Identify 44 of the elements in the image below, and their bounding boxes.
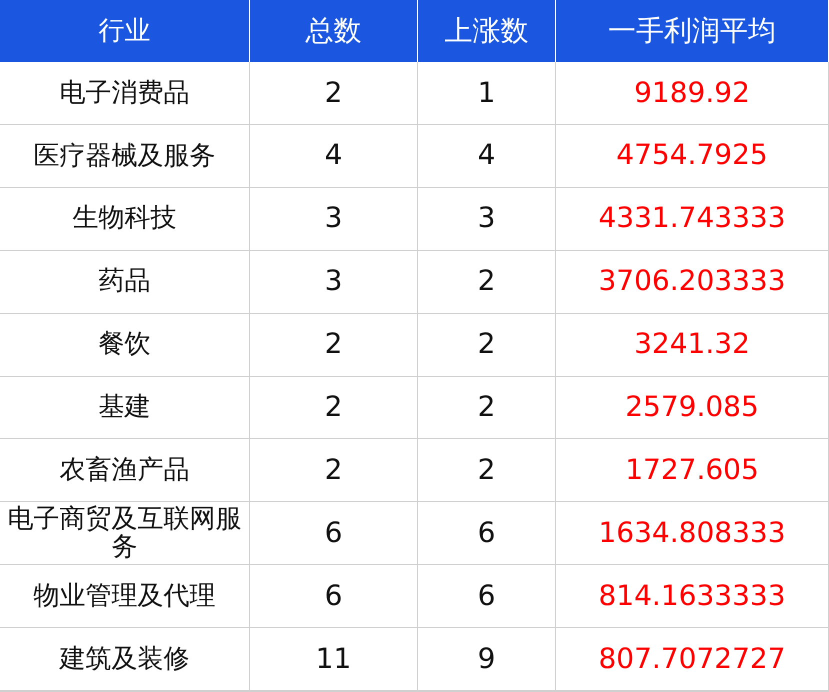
table-cell: 11 xyxy=(250,628,418,692)
column-header: 一手利润平均 xyxy=(556,0,829,62)
table-cell: 6 xyxy=(250,502,418,566)
column-header: 上涨数 xyxy=(418,0,556,62)
column-header: 总数 xyxy=(250,0,418,62)
table-cell: 1 xyxy=(418,62,556,125)
table-cell: 6 xyxy=(250,565,418,628)
table-cell: 物业管理及代理 xyxy=(0,565,250,628)
table-cell: 2 xyxy=(250,376,418,440)
table-cell: 2579.085 xyxy=(556,376,829,440)
table-cell: 农畜渔产品 xyxy=(0,439,250,502)
table-cell: 1634.808333 xyxy=(556,502,829,566)
table-cell: 3 xyxy=(250,188,418,251)
table-cell: 2 xyxy=(250,439,418,502)
table-cell: 2 xyxy=(250,62,418,125)
table-cell: 3 xyxy=(418,188,556,251)
column-header: 行业 xyxy=(0,0,250,62)
table-cell: 3241.32 xyxy=(556,314,829,377)
table-cell: 4754.7925 xyxy=(556,124,829,188)
table-cell: 6 xyxy=(418,502,556,566)
table-cell: 建筑及装修 xyxy=(0,628,250,692)
table-cell: 2 xyxy=(250,314,418,377)
table-cell: 9 xyxy=(418,628,556,692)
table-cell: 814.1633333 xyxy=(556,565,829,628)
table-cell: 807.7072727 xyxy=(556,628,829,692)
table-cell: 3706.203333 xyxy=(556,250,829,314)
table-cell: 2 xyxy=(418,250,556,314)
table-cell: 4331.743333 xyxy=(556,188,829,251)
table-cell: 2 xyxy=(418,314,556,377)
table-cell: 餐饮 xyxy=(0,314,250,377)
table-cell: 基建 xyxy=(0,376,250,440)
table-cell: 1727.605 xyxy=(556,439,829,502)
table-cell: 2 xyxy=(418,439,556,502)
table-cell: 电子消费品 xyxy=(0,62,250,125)
table-cell: 4 xyxy=(418,124,556,188)
table-cell: 电子商贸及互联网服务 xyxy=(0,502,250,566)
table-cell: 9189.92 xyxy=(556,62,829,125)
table-cell: 2 xyxy=(418,376,556,440)
table-cell: 药品 xyxy=(0,250,250,314)
table-cell: 生物科技 xyxy=(0,188,250,251)
table-cell: 3 xyxy=(250,250,418,314)
table-cell: 医疗器械及服务 xyxy=(0,124,250,188)
table-cell: 6 xyxy=(418,565,556,628)
table-cell: 4 xyxy=(250,124,418,188)
